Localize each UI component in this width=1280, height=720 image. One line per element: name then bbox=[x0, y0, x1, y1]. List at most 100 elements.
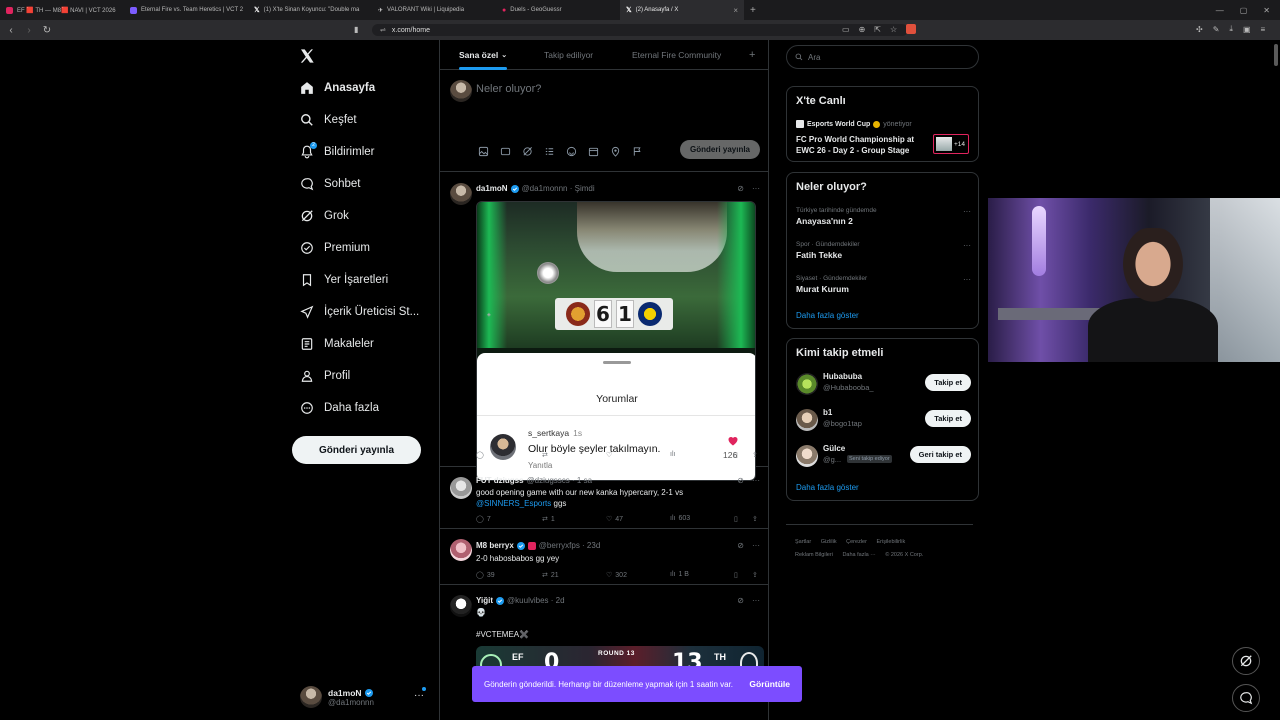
share-icon[interactable]: ⇪ bbox=[752, 515, 758, 523]
account-switcher[interactable]: da1moN @da1monnn ··· bbox=[300, 684, 430, 710]
bookmark-page-icon[interactable]: ▮ bbox=[354, 25, 358, 34]
back-arrow-icon[interactable]: ‹ bbox=[4, 23, 18, 37]
like-icon[interactable]: ♡ bbox=[606, 451, 612, 459]
post-item[interactable]: M8 berryx @berryxfps · 23d ⊘ ··· 2-0 hab… bbox=[440, 529, 768, 585]
views-icon[interactable]: ılı bbox=[670, 451, 675, 458]
extensions-icon[interactable]: ✣ bbox=[1196, 25, 1203, 34]
close-tab-icon[interactable]: × bbox=[733, 6, 738, 15]
follow-suggestion[interactable]: Hubabuba @Hubabooba_ Takip et bbox=[796, 369, 971, 397]
sidebar-item-creator-studio[interactable]: İçerik Üreticisi St... bbox=[300, 302, 419, 322]
views-button[interactable]: ılı 603 bbox=[670, 515, 690, 522]
heart-icon[interactable] bbox=[727, 435, 739, 447]
post-media[interactable]: 6 1 ◈ Yorumlar s_sertkaya 1s Olur böyle ş… bbox=[476, 201, 756, 481]
more-dots-icon[interactable]: ··· bbox=[752, 476, 760, 485]
search-input[interactable]: Ara bbox=[808, 53, 820, 62]
post-author-name[interactable]: M8 berryx bbox=[476, 541, 514, 550]
add-tab-button[interactable]: + bbox=[749, 40, 755, 70]
gif-icon[interactable] bbox=[498, 144, 512, 158]
flag-icon[interactable] bbox=[630, 144, 644, 158]
trend-item[interactable]: Spor · Gündemdekiler Fatih Tekke ··· bbox=[796, 241, 971, 260]
avatar[interactable] bbox=[450, 539, 472, 561]
sidebar-item-notifications[interactable]: 2 Bildirimler bbox=[300, 142, 374, 162]
schedule-icon[interactable] bbox=[586, 144, 600, 158]
footer-link[interactable]: Daha fazla ··· bbox=[842, 552, 875, 558]
more-dots-icon[interactable]: ··· bbox=[963, 241, 971, 250]
search-box[interactable]: Ara bbox=[786, 45, 979, 69]
avatar[interactable] bbox=[796, 409, 818, 431]
avatar[interactable] bbox=[796, 373, 818, 395]
footer-link[interactable]: Erişilebilirlik bbox=[876, 539, 905, 545]
new-tab-button[interactable]: + bbox=[744, 5, 762, 16]
views-button[interactable]: ılı 1 B bbox=[670, 571, 689, 578]
live-host[interactable]: Esports World Cup yönetiyor bbox=[796, 120, 912, 128]
maximize-icon[interactable]: ▢ bbox=[1240, 6, 1248, 15]
show-more-link[interactable]: Daha fazla göster bbox=[796, 483, 859, 492]
menu-icon[interactable]: ≡ bbox=[1261, 25, 1266, 34]
sidebar-item-chat[interactable]: Sohbet bbox=[300, 174, 360, 194]
star-icon[interactable]: ☆ bbox=[890, 25, 897, 34]
avatar[interactable] bbox=[796, 445, 818, 467]
mention-link[interactable]: @SINNERS_Esports bbox=[476, 499, 551, 508]
grok-icon[interactable]: ⊘ bbox=[737, 541, 744, 550]
post-author-name[interactable]: FUT dziugss bbox=[476, 476, 524, 485]
post-author-name[interactable]: da1moN bbox=[476, 184, 508, 193]
live-participants[interactable]: +14 bbox=[933, 134, 969, 154]
view-post-button[interactable]: Görüntüle bbox=[749, 679, 790, 689]
reply-button[interactable]: ◯ 7 bbox=[476, 515, 491, 524]
footer-link[interactable]: Çerezler bbox=[846, 539, 867, 545]
hashtag-link[interactable]: #VCTEMEA✖️ bbox=[476, 629, 756, 640]
repost-button[interactable]: ⇄ 1 bbox=[542, 515, 555, 524]
share-icon[interactable]: ⇪ bbox=[752, 451, 758, 459]
forward-arrow-icon[interactable]: › bbox=[22, 23, 36, 37]
download-icon[interactable]: ⤓ bbox=[1229, 24, 1233, 34]
tab-for-you[interactable]: Sana özel ⌄ bbox=[459, 40, 508, 70]
grok-icon[interactable]: ⊘ bbox=[737, 184, 744, 193]
bookmark-icon[interactable]: ▯ bbox=[734, 571, 738, 579]
messages-floating-button[interactable] bbox=[1232, 684, 1260, 712]
browser-tab[interactable]: ● Duels - GeoGuessr bbox=[496, 0, 620, 20]
more-dots-icon[interactable]: ··· bbox=[752, 184, 760, 193]
show-more-link[interactable]: Daha fazla göster bbox=[796, 311, 859, 320]
post-item[interactable]: da1moN @da1monnn · Şimdi ⊘ ··· 6 1 ◈ Yor… bbox=[440, 173, 768, 481]
more-dots-icon[interactable]: ··· bbox=[963, 207, 971, 216]
avatar[interactable] bbox=[450, 183, 472, 205]
close-window-icon[interactable]: ✕ bbox=[1263, 6, 1270, 15]
reload-icon[interactable]: ↻ bbox=[40, 23, 54, 37]
browser-tab[interactable]: 𝕏 (1) X'te Sinan Koyuncu: "Double ma bbox=[248, 0, 372, 20]
page-scrollbar[interactable] bbox=[1274, 44, 1278, 66]
sidebar-item-more[interactable]: Daha fazla bbox=[300, 398, 379, 418]
follow-button[interactable]: Takip et bbox=[925, 410, 971, 427]
poll-icon[interactable] bbox=[542, 144, 556, 158]
cast-icon[interactable]: ▭ bbox=[842, 25, 850, 34]
grok-floating-button[interactable] bbox=[1232, 647, 1260, 675]
reply-button[interactable]: ◯ 39 bbox=[476, 571, 495, 580]
avatar[interactable] bbox=[450, 595, 472, 617]
tab-following[interactable]: Takip ediliyor bbox=[544, 40, 593, 70]
share-icon[interactable]: ⇪ bbox=[752, 571, 758, 579]
image-icon[interactable] bbox=[476, 144, 490, 158]
grok-icon[interactable]: ⊘ bbox=[737, 596, 744, 605]
browser-tab[interactable]: EF 🟥 TH — M8🟥 NAVI | VCT 2026 bbox=[0, 0, 124, 20]
live-event-title[interactable]: FC Pro World Championship at EWC 26 - Da… bbox=[796, 134, 926, 156]
sidebar-item-grok[interactable]: Grok bbox=[300, 206, 349, 226]
repost-icon[interactable]: ⇄ bbox=[542, 451, 548, 459]
bookmark-icon[interactable]: ▯ bbox=[734, 515, 738, 523]
follow-back-button[interactable]: Geri takip et bbox=[909, 446, 971, 463]
follow-suggestion[interactable]: b1 @bogo1tap Takip et bbox=[796, 405, 971, 433]
sidebar-item-articles[interactable]: Makaleler bbox=[300, 334, 374, 354]
sidebar-item-profile[interactable]: Profil bbox=[300, 366, 350, 386]
more-dots-icon[interactable]: ··· bbox=[963, 275, 971, 284]
browser-tab[interactable]: Eternal Fire vs. Team Heretics | VCT 2 bbox=[124, 0, 248, 20]
more-dots-icon[interactable]: ··· bbox=[752, 541, 760, 550]
compose-input[interactable]: Neler oluyor? bbox=[476, 83, 541, 95]
location-pin-icon[interactable] bbox=[608, 144, 622, 158]
more-dots-icon[interactable]: ··· bbox=[752, 596, 760, 605]
compose-post-button[interactable]: Gönderi yayınla bbox=[680, 140, 760, 159]
avatar[interactable] bbox=[450, 477, 472, 499]
emoji-icon[interactable] bbox=[564, 144, 578, 158]
browser-tab[interactable]: ✈ VALORANT Wiki | Liquipedia bbox=[372, 0, 496, 20]
trend-item[interactable]: Türkiye tarihinde gündemde Anayasa'nın 2… bbox=[796, 207, 971, 226]
wallet-icon[interactable]: ▣ bbox=[1243, 25, 1251, 34]
pen-icon[interactable]: ✎ bbox=[1213, 25, 1220, 34]
grok-icon[interactable] bbox=[520, 144, 534, 158]
